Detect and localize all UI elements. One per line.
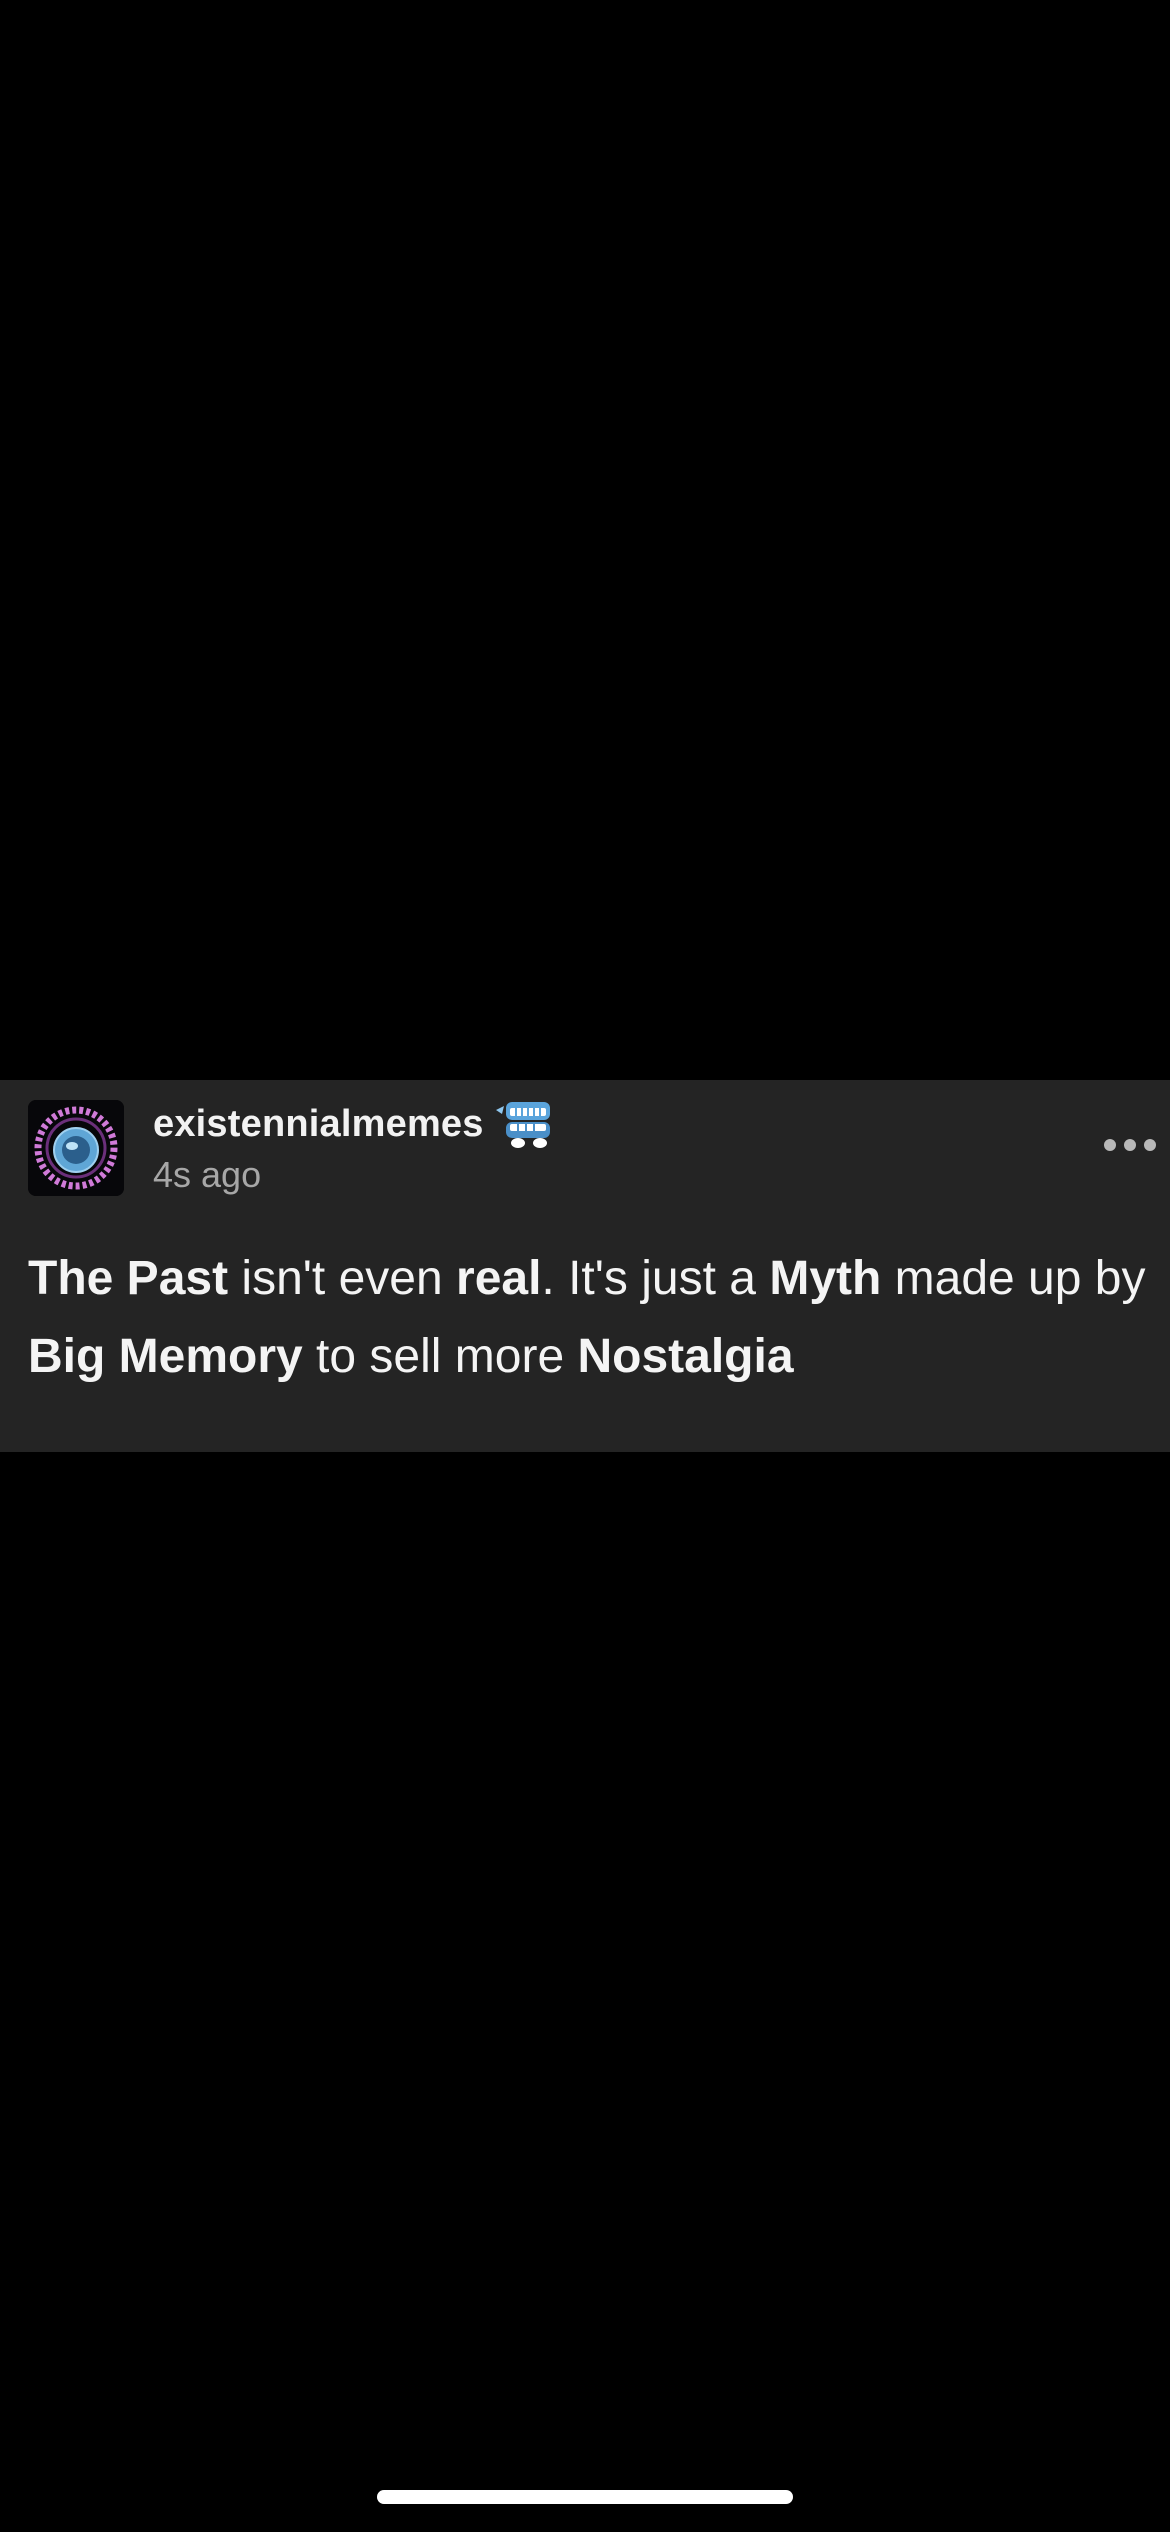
post-text-segment: Nostalgia bbox=[577, 1330, 794, 1383]
existential-memes-logo-icon bbox=[28, 1100, 124, 1196]
chattering-teeth-badge-icon bbox=[495, 1102, 550, 1148]
post-text-segment: real bbox=[456, 1252, 542, 1305]
more-dots-icon bbox=[1104, 1139, 1116, 1151]
post-text-segment: made up by bbox=[881, 1252, 1146, 1305]
avatar[interactable] bbox=[28, 1100, 124, 1196]
more-dots-icon bbox=[1124, 1139, 1136, 1151]
post-text-segment: to sell more bbox=[302, 1330, 578, 1383]
post-text-segment: Myth bbox=[769, 1252, 882, 1305]
username[interactable]: existennialmemes bbox=[153, 1103, 484, 1146]
post-text-segment: The Past bbox=[28, 1252, 229, 1305]
post-text-segment: isn't even bbox=[228, 1252, 457, 1305]
post-header: existennialmemes bbox=[153, 1096, 556, 1152]
post-text-segment: . It's just a bbox=[541, 1252, 770, 1305]
post-text-segment: Big Memory bbox=[28, 1330, 303, 1383]
post-timestamp: 4s ago bbox=[153, 1154, 262, 1195]
post-card: existennialmemes 4s ago The Past isn't e… bbox=[0, 1080, 1170, 1452]
home-indicator[interactable] bbox=[377, 2490, 793, 2504]
post-body: The Past isn't even real. It's just a My… bbox=[28, 1240, 1158, 1396]
more-options-button[interactable] bbox=[1104, 1130, 1156, 1160]
more-dots-icon bbox=[1144, 1139, 1156, 1151]
